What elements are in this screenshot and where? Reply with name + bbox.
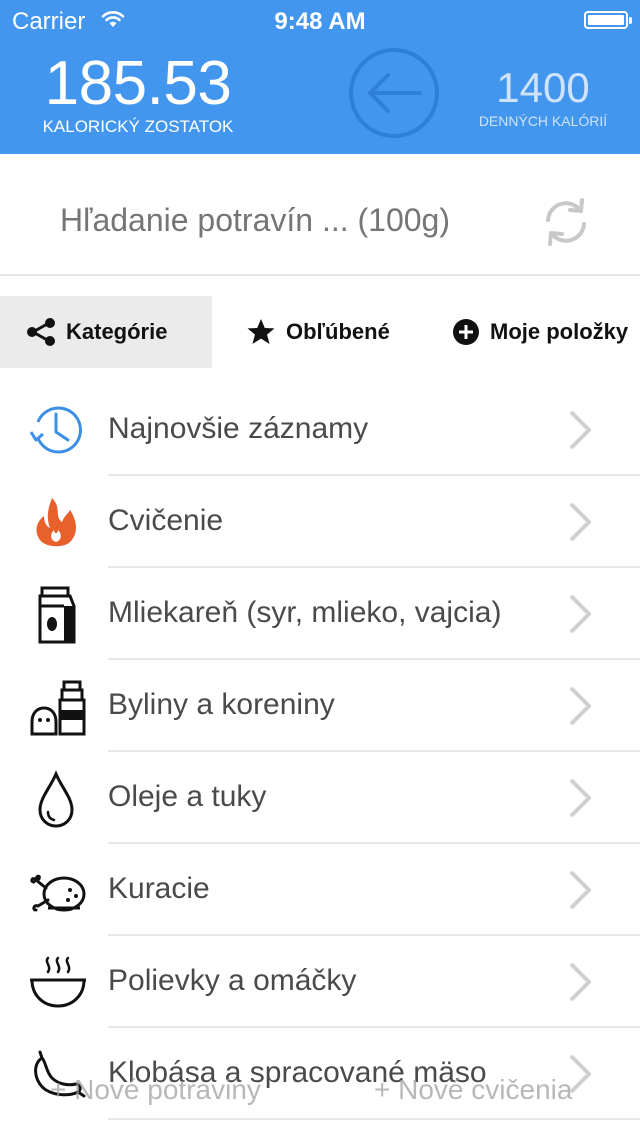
clock-time: 9:48 AM [274, 8, 366, 35]
remaining-label: KALORICKÝ ZOSTATOK [42, 117, 234, 136]
category-list: Najnovšie záznamy Cvičenie Mliekareň (sy… [0, 384, 640, 1120]
search-input[interactable] [60, 202, 520, 239]
tab-categories[interactable]: Kategórie [0, 296, 212, 368]
list-item-label: Oleje a tuky [108, 780, 267, 813]
list-item-exercise[interactable]: Cvičenie [0, 476, 640, 568]
new-food-button[interactable]: + Nové potraviny [50, 1074, 261, 1106]
daily-value: 1400 [496, 64, 590, 111]
calorie-remaining: 185.53 KALORICKÝ ZOSTATOK [36, 52, 240, 137]
list-item-herbs[interactable]: Byliny a koreniny [0, 660, 640, 752]
refresh-button[interactable] [538, 194, 594, 250]
tab-my-items-label: Moje položky [490, 319, 629, 344]
battery-icon [584, 11, 632, 29]
new-exercise-button[interactable]: + Nové cvičenia [374, 1074, 572, 1106]
drop-icon [28, 770, 80, 828]
clock-history-icon [28, 402, 82, 458]
list-item-label: Cvičenie [108, 504, 224, 537]
chevron-right-icon [566, 960, 594, 1004]
tab-favorites-label: Obľúbené [286, 319, 390, 344]
list-item-label: Byliny a koreniny [108, 688, 335, 721]
list-item-label: Najnovšie záznamy [108, 412, 369, 445]
list-item-label: Mliekareň (syr, mlieko, vajcia) [108, 596, 502, 629]
chevron-right-icon [566, 592, 594, 636]
salt-pepper-icon [28, 678, 86, 736]
star-icon [246, 317, 276, 347]
bottom-action-bar: + Nové potraviny + Nové cvičenia [0, 1068, 640, 1116]
soup-bowl-icon [28, 954, 86, 1010]
refresh-icon [546, 198, 586, 246]
share-icon [26, 317, 56, 347]
divider [108, 1118, 640, 1120]
list-item-label: Kuracie [108, 872, 210, 905]
chevron-right-icon [566, 408, 594, 452]
list-item-dairy[interactable]: Mliekareň (syr, mlieko, vajcia) [0, 568, 640, 660]
header-bar: Carrier 9:48 AM 185.53 KALORICKÝ ZOSTATO… [0, 0, 640, 154]
list-item-recent[interactable]: Najnovšie záznamy [0, 384, 640, 476]
daily-calories: 1400 DENNÝCH KALÓRIÍ [468, 64, 618, 130]
chevron-right-icon [566, 684, 594, 728]
list-item-oils[interactable]: Oleje a tuky [0, 752, 640, 844]
list-item-chicken[interactable]: Kuracie [0, 844, 640, 936]
flame-icon [28, 494, 80, 550]
milk-carton-icon [28, 586, 80, 644]
chevron-right-icon [566, 868, 594, 912]
plus-circle-icon [452, 318, 480, 346]
tab-categories-label: Kategórie [66, 319, 168, 344]
remaining-value: 185.53 [44, 49, 232, 118]
list-item-label: Polievky a omáčky [108, 964, 357, 997]
category-tabs: Kategórie Obľúbené Moje položky [0, 296, 640, 368]
back-arrow-icon [349, 48, 439, 138]
search-bar [0, 154, 640, 276]
chicken-icon [28, 862, 86, 918]
chevron-right-icon [566, 776, 594, 820]
chevron-right-icon [566, 500, 594, 544]
tab-my-items[interactable]: Moje položky [452, 296, 628, 368]
status-bar: Carrier 9:48 AM [0, 0, 640, 40]
daily-label: DENNÝCH KALÓRIÍ [478, 113, 608, 129]
tab-favorites[interactable]: Obľúbené [246, 296, 390, 368]
list-item-soups[interactable]: Polievky a omáčky [0, 936, 640, 1028]
back-arrow-button[interactable] [348, 47, 440, 139]
